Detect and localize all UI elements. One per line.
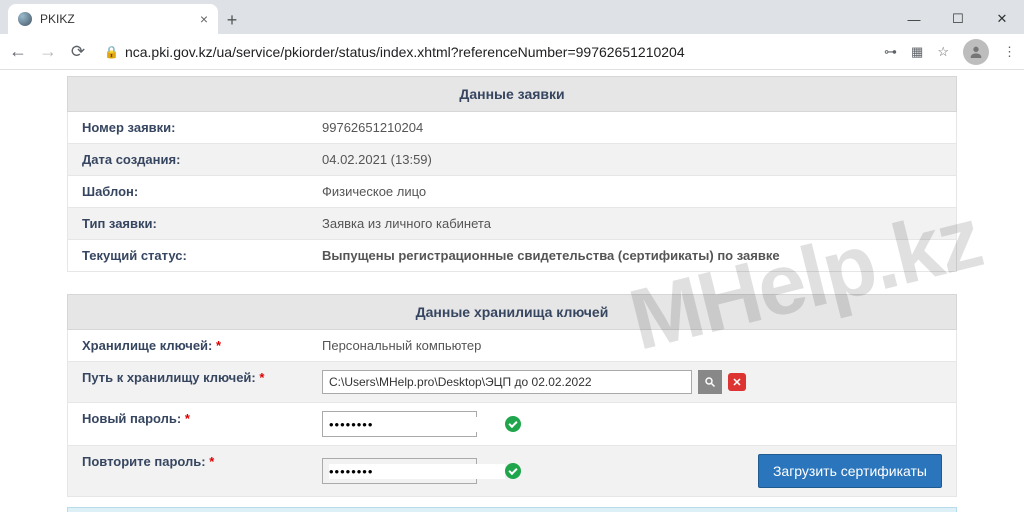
page-viewport: MHelp.kz Данные заявки Номер заявки: 997… [0,70,1024,512]
label-template: Шаблон: [68,176,308,207]
section-header-app-data: Данные заявки [67,76,957,112]
label-status: Текущий статус: [68,240,308,271]
value-status: Выпущены регистрационные свидетельства (… [308,240,956,271]
label-path: Путь к хранилищу ключей: * [68,362,308,402]
maximize-button[interactable]: ☐ [936,4,980,34]
lock-icon: 🔒 [104,45,119,59]
profile-avatar[interactable] [963,39,989,65]
label-number: Номер заявки: [68,112,308,143]
section-header-keystore: Данные хранилища ключей [67,294,957,330]
browser-tab[interactable]: PKIKZ × [8,4,218,34]
row-date: Дата создания: 04.02.2021 (13:59) [67,144,957,176]
label-keystore: Хранилище ключей: * [68,330,308,361]
star-icon[interactable]: ☆ [937,44,949,60]
tab-title: PKIKZ [40,12,192,26]
browse-button[interactable] [698,370,722,394]
label-new-password: Новый пароль: * [68,403,308,445]
new-tab-button[interactable]: + [218,6,246,34]
check-icon [505,463,521,479]
row-type: Тип заявки: Заявка из личного кабинета [67,208,957,240]
row-keystore: Хранилище ключей: * Персональный компьют… [67,330,957,362]
value-date: 04.02.2021 (13:59) [308,144,956,175]
tab-close-icon[interactable]: × [200,11,208,27]
row-path: Путь к хранилищу ключей: * ✕ [67,362,957,403]
minimize-button[interactable]: ― [892,4,936,34]
value-keystore: Персональный компьютер [308,330,956,361]
menu-icon[interactable]: ⋮ [1003,44,1016,60]
url-field[interactable]: 🔒 nca.pki.gov.kz/ua/service/pkiorder/sta… [98,44,874,60]
row-number: Номер заявки: 99762651210204 [67,112,957,144]
row-status: Текущий статус: Выпущены регистрационные… [67,240,957,272]
download-certificates-button[interactable]: Загрузить сертификаты [758,454,942,488]
value-type: Заявка из личного кабинета [308,208,956,239]
favicon-icon [18,12,32,26]
check-icon [505,416,521,432]
value-template: Физическое лицо [308,176,956,207]
label-type: Тип заявки: [68,208,308,239]
row-new-password: Новый пароль: * [67,403,957,446]
row-template: Шаблон: Физическое лицо [67,176,957,208]
key-icon[interactable]: ⊶ [884,44,897,60]
window-titlebar: PKIKZ × + ― ☐ ✕ [0,0,1024,34]
label-repeat-password: Повторите пароль: * [68,446,308,496]
forward-button [38,42,58,62]
clear-path-button[interactable]: ✕ [728,373,746,391]
new-password-input[interactable] [329,417,505,432]
repeat-password-input[interactable] [329,464,505,479]
address-bar: 🔒 nca.pki.gov.kz/ua/service/pkiorder/sta… [0,34,1024,70]
reload-button[interactable] [68,42,88,62]
password-info-box: i Новый пароль должен состоять из латинс… [67,507,957,512]
back-button[interactable] [8,42,28,62]
close-window-button[interactable]: ✕ [980,4,1024,34]
keystore-path-input[interactable] [322,370,692,394]
url-text: nca.pki.gov.kz/ua/service/pkiorder/statu… [125,44,685,60]
label-date: Дата создания: [68,144,308,175]
qr-icon[interactable]: ▦ [911,44,923,60]
value-number: 99762651210204 [308,112,956,143]
row-repeat-password: Повторите пароль: * Загрузить сертификат… [67,446,957,497]
